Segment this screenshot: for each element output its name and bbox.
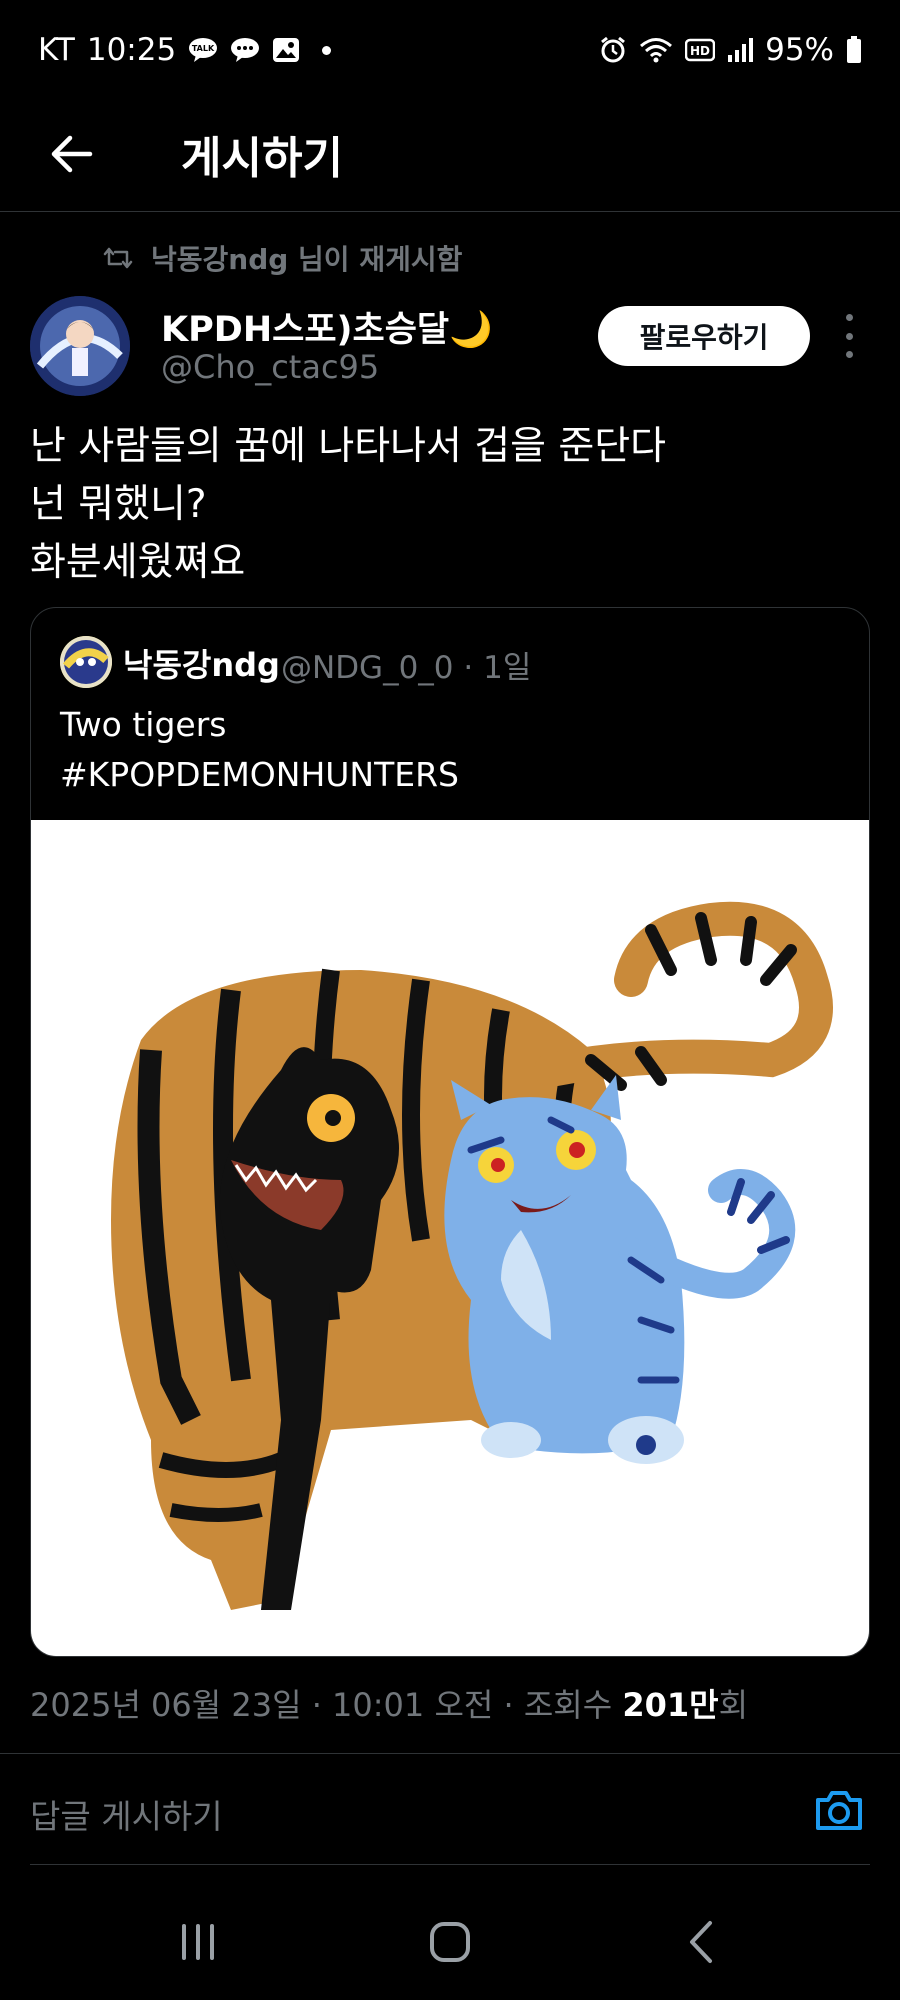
gallery-icon <box>272 37 300 63</box>
app-bar: 게시하기 <box>0 100 900 212</box>
reply-bar: 답글 게시하기 <box>0 1754 900 1864</box>
quote-hashtag[interactable]: #KPOPDEMONHUNTERS <box>60 750 459 800</box>
recent-apps-button[interactable] <box>168 1912 228 1972</box>
back-arrow-icon <box>51 135 93 173</box>
signal-icon <box>727 37 754 63</box>
carrier-label: KT <box>38 32 75 68</box>
tweet-line: 화분세웠쪄요 <box>30 540 246 585</box>
blue-tiger <box>444 1075 796 1464</box>
battery-percent: 95% <box>765 32 834 68</box>
camera-button[interactable] <box>812 1786 866 1834</box>
tweet-meta: 2025년 06월 23일 · 10:01 오전 · 조회수 201만회 <box>30 1680 748 1726</box>
wifi-icon <box>639 36 673 64</box>
view-count[interactable]: 201만 <box>622 1686 718 1724</box>
repost-label: 낙동강ndg 님이 재게시함 <box>151 243 463 276</box>
status-right: HD 95% <box>599 32 862 68</box>
back-button[interactable] <box>44 126 100 182</box>
svg-text:TALK: TALK <box>192 44 215 53</box>
repost-icon <box>103 247 133 269</box>
chat-icon <box>230 37 260 63</box>
alarm-icon <box>599 36 627 64</box>
system-back-button[interactable] <box>672 1912 732 1972</box>
repost-indicator[interactable]: 낙동강ndg 님이 재게시함 <box>103 238 462 278</box>
reply-input[interactable]: 답글 게시하기 <box>30 1790 223 1838</box>
home-icon <box>430 1922 470 1962</box>
recent-apps-icon <box>182 1924 214 1960</box>
quote-text: Two tigers #KPOPDEMONHUNTERS <box>60 700 459 800</box>
quote-author-name: 낙동강ndg <box>123 646 280 684</box>
hd-icon: HD <box>685 37 716 63</box>
status-left: KT 10:25 TALK <box>38 32 332 68</box>
talk-icon: TALK <box>188 37 218 63</box>
divider <box>30 1864 870 1865</box>
battery-icon <box>846 36 862 64</box>
clock: 10:25 <box>86 32 177 68</box>
status-bar: KT 10:25 TALK HD 95% <box>0 0 900 100</box>
quote-line: Two tigers <box>60 705 227 744</box>
follow-button[interactable]: 팔로우하기 <box>598 306 810 366</box>
view-count-suffix: 회 <box>718 1686 749 1724</box>
more-options-icon[interactable] <box>838 314 860 358</box>
tweet-datetime: 2025년 06월 23일 · 10:01 오전 · 조회수 <box>30 1686 613 1724</box>
svg-text:HD: HD <box>690 44 710 58</box>
quote-meta: @NDG_0_0 · 1일 <box>281 650 532 686</box>
back-icon <box>690 1921 712 1963</box>
author-handle[interactable]: @Cho_ctac95 <box>161 348 379 386</box>
system-nav-bar <box>0 1890 900 2000</box>
tigers-illustration[interactable] <box>31 820 869 1656</box>
tweet-line: 넌 뭐했니? <box>30 482 207 527</box>
camera-icon <box>816 1791 862 1830</box>
quote-author-avatar <box>60 636 112 688</box>
author-name[interactable]: KPDH스포)초승달🌙 <box>161 301 493 352</box>
page-title: 게시하기 <box>181 133 343 184</box>
tweet-text: 난 사람들의 꿈에 나타나서 겁을 준단다 넌 뭐했니? 화분세웠쪄요 <box>30 418 870 592</box>
author-avatar[interactable] <box>30 296 130 396</box>
notification-dot-icon <box>322 45 332 55</box>
quoted-tweet[interactable]: 낙동강ndg @NDG_0_0 · 1일 Two tigers #KPOPDEM… <box>30 607 870 1657</box>
tweet-line: 난 사람들의 꿈에 나타나서 겁을 준단다 <box>30 424 667 469</box>
home-button[interactable] <box>420 1912 480 1972</box>
